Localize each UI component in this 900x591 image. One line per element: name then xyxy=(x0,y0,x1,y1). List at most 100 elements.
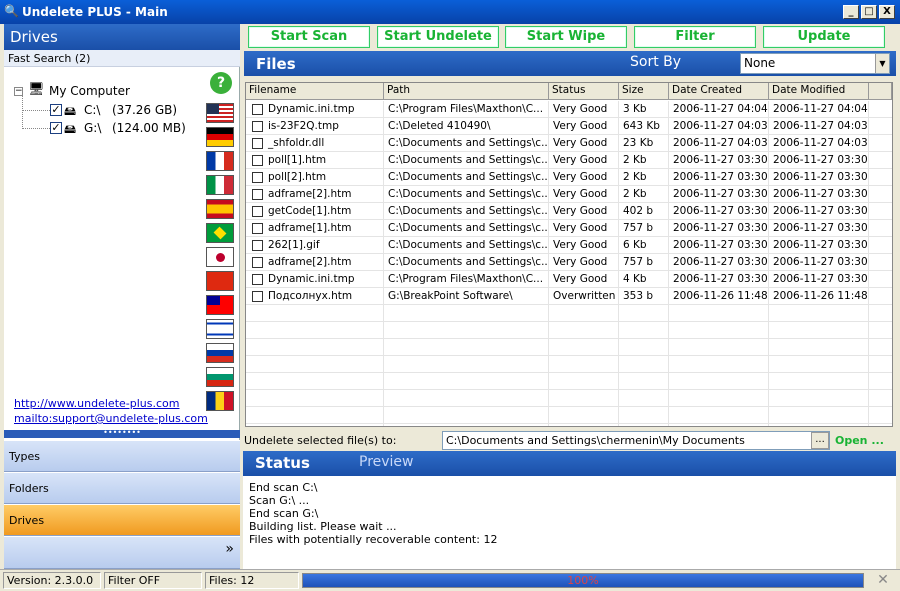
start-wipe-button[interactable]: Start Wipe xyxy=(505,26,627,48)
flag-tw-icon[interactable] xyxy=(206,295,234,315)
undelete-path-input[interactable]: C:\Documents and Settings\chermenin\My D… xyxy=(442,431,830,450)
cell-status: Very Good xyxy=(549,271,619,288)
cell-path: C:\Documents and Settings\c... xyxy=(384,152,549,169)
flag-br-icon[interactable] xyxy=(206,223,234,243)
tree-root-my-computer[interactable]: My Computer xyxy=(49,84,130,98)
table-row[interactable]: adframe[2].htm C:\Documents and Settings\… xyxy=(246,186,892,203)
cell-date-created xyxy=(669,322,769,339)
website-link[interactable]: http://www.undelete-plus.com xyxy=(14,397,179,410)
cell-path: C:\Documents and Settings\c... xyxy=(384,135,549,152)
update-button[interactable]: Update xyxy=(763,26,885,48)
cell-path xyxy=(384,322,549,339)
flag-ro-icon[interactable] xyxy=(206,391,234,411)
nav-more-button[interactable]: » xyxy=(4,536,240,569)
drive-g-checkbox[interactable]: ✓ xyxy=(50,122,62,134)
column-header-path[interactable]: Path xyxy=(384,83,549,100)
close-icon[interactable]: ✕ xyxy=(872,572,894,589)
cell-path: C:\Documents and Settings\c... xyxy=(384,254,549,271)
sort-by-select[interactable]: None ▼ xyxy=(740,53,890,74)
cell-path: C:\Documents and Settings\c... xyxy=(384,169,549,186)
cell-date-created xyxy=(669,373,769,390)
table-row[interactable]: poll[1].htm C:\Documents and Settings\c..… xyxy=(246,152,892,169)
cell-date-created xyxy=(669,407,769,424)
column-header-status[interactable]: Status xyxy=(549,83,619,100)
column-header-date-modified[interactable]: Date Modified xyxy=(769,83,869,100)
table-row[interactable]: Подсолнух.htm G:\BreakPoint Software\ Over… xyxy=(246,288,892,305)
table-row[interactable]: adframe[2].htm C:\Documents and Settings\… xyxy=(246,254,892,271)
row-checkbox[interactable] xyxy=(252,223,263,234)
table-row[interactable]: 262[1].gif C:\Documents and Settings\c...… xyxy=(246,237,892,254)
flag-de-icon[interactable] xyxy=(206,127,234,147)
cell-filename xyxy=(246,424,384,426)
help-icon[interactable]: ? xyxy=(210,72,232,94)
cell-status: Very Good xyxy=(549,254,619,271)
cell-size: 757 b xyxy=(619,220,669,237)
row-checkbox[interactable] xyxy=(252,104,263,115)
minimize-button[interactable]: _ xyxy=(843,5,859,19)
column-header-filename[interactable]: Filename xyxy=(246,83,384,100)
chevron-down-icon[interactable]: ▼ xyxy=(875,54,889,73)
table-row[interactable]: poll[2].htm C:\Documents and Settings\c..… xyxy=(246,169,892,186)
drive-c-name[interactable]: C:\ xyxy=(84,103,100,117)
tab-preview[interactable]: Preview xyxy=(359,454,414,470)
tree-expander[interactable]: − xyxy=(14,87,23,96)
close-button[interactable]: X xyxy=(879,5,895,19)
row-checkbox[interactable] xyxy=(252,172,263,183)
filter-status: Filter OFF xyxy=(104,572,202,589)
row-checkbox[interactable] xyxy=(252,189,263,200)
row-checkbox[interactable] xyxy=(252,240,263,251)
cell-size: 6 Kb xyxy=(619,237,669,254)
row-checkbox[interactable] xyxy=(252,206,263,217)
filter-button[interactable]: Filter xyxy=(634,26,756,48)
row-checkbox[interactable] xyxy=(252,257,263,268)
table-row[interactable]: Dynamic.ini.tmp C:\Program Files\Maxthon\… xyxy=(246,101,892,118)
column-header-date-created[interactable]: Date Created xyxy=(669,83,769,100)
flag-it-icon[interactable] xyxy=(206,175,234,195)
drive-g-name[interactable]: G:\ xyxy=(84,121,101,135)
flag-es-icon[interactable] xyxy=(206,199,234,219)
flag-ru-icon[interactable] xyxy=(206,343,234,363)
row-checkbox[interactable] xyxy=(252,155,263,166)
fast-search[interactable]: Fast Search (2) xyxy=(4,50,240,67)
cell-size: 4 Kb xyxy=(619,271,669,288)
nav-folders[interactable]: Folders xyxy=(4,472,240,504)
table-row[interactable]: getCode[1].htm C:\Documents and Settings\… xyxy=(246,203,892,220)
sort-by-value: None xyxy=(744,56,776,70)
flag-bg-icon[interactable] xyxy=(206,367,234,387)
open-button[interactable]: Open ... xyxy=(835,434,884,447)
column-header-size[interactable]: Size xyxy=(619,83,669,100)
tab-status[interactable]: Status xyxy=(255,454,310,472)
start-undelete-button[interactable]: Start Undelete xyxy=(377,26,499,48)
maximize-button[interactable]: □ xyxy=(861,5,877,19)
table-row[interactable]: is-23F2Q.tmp C:\Deleted 410490\ Very Good 6… xyxy=(246,118,892,135)
table-row[interactable]: adframe[1].htm C:\Documents and Settings\… xyxy=(246,220,892,237)
row-checkbox[interactable] xyxy=(252,291,263,302)
start-scan-button[interactable]: Start Scan xyxy=(248,26,370,48)
nav-drives[interactable]: Drives xyxy=(4,504,240,536)
flag-il-icon[interactable] xyxy=(206,319,234,339)
email-link[interactable]: mailto:support@undelete-plus.com xyxy=(14,412,208,425)
table-row[interactable]: Dynamic.ini.tmp C:\Program Files\Maxthon\… xyxy=(246,271,892,288)
status-header: Status Preview xyxy=(243,451,896,476)
cell-size xyxy=(619,322,669,339)
table-row[interactable]: _shfoldr.dll C:\Documents and Settings\c.… xyxy=(246,135,892,152)
nav-types[interactable]: Types xyxy=(4,440,240,472)
flag-cn-icon[interactable] xyxy=(206,271,234,291)
row-checkbox[interactable] xyxy=(252,121,263,132)
browse-button[interactable]: ... xyxy=(811,432,829,449)
flag-fr-icon[interactable] xyxy=(206,151,234,171)
cell-status: Very Good xyxy=(549,237,619,254)
left-panel: Drives Fast Search (2) − 🖥 My Computer ✓… xyxy=(4,24,240,569)
cell-status: Very Good xyxy=(549,203,619,220)
cell-filename xyxy=(246,373,384,390)
cell-filename xyxy=(246,339,384,356)
flag-jp-icon[interactable] xyxy=(206,247,234,267)
row-checkbox[interactable] xyxy=(252,274,263,285)
flag-us-icon[interactable] xyxy=(206,103,234,123)
drive-c-checkbox[interactable]: ✓ xyxy=(50,104,62,116)
panel-splitter[interactable]: •••••••• xyxy=(4,429,240,438)
row-checkbox[interactable] xyxy=(252,138,263,149)
cell-filename xyxy=(246,322,384,339)
cell-path: C:\Documents and Settings\c... xyxy=(384,220,549,237)
cell-path xyxy=(384,390,549,407)
